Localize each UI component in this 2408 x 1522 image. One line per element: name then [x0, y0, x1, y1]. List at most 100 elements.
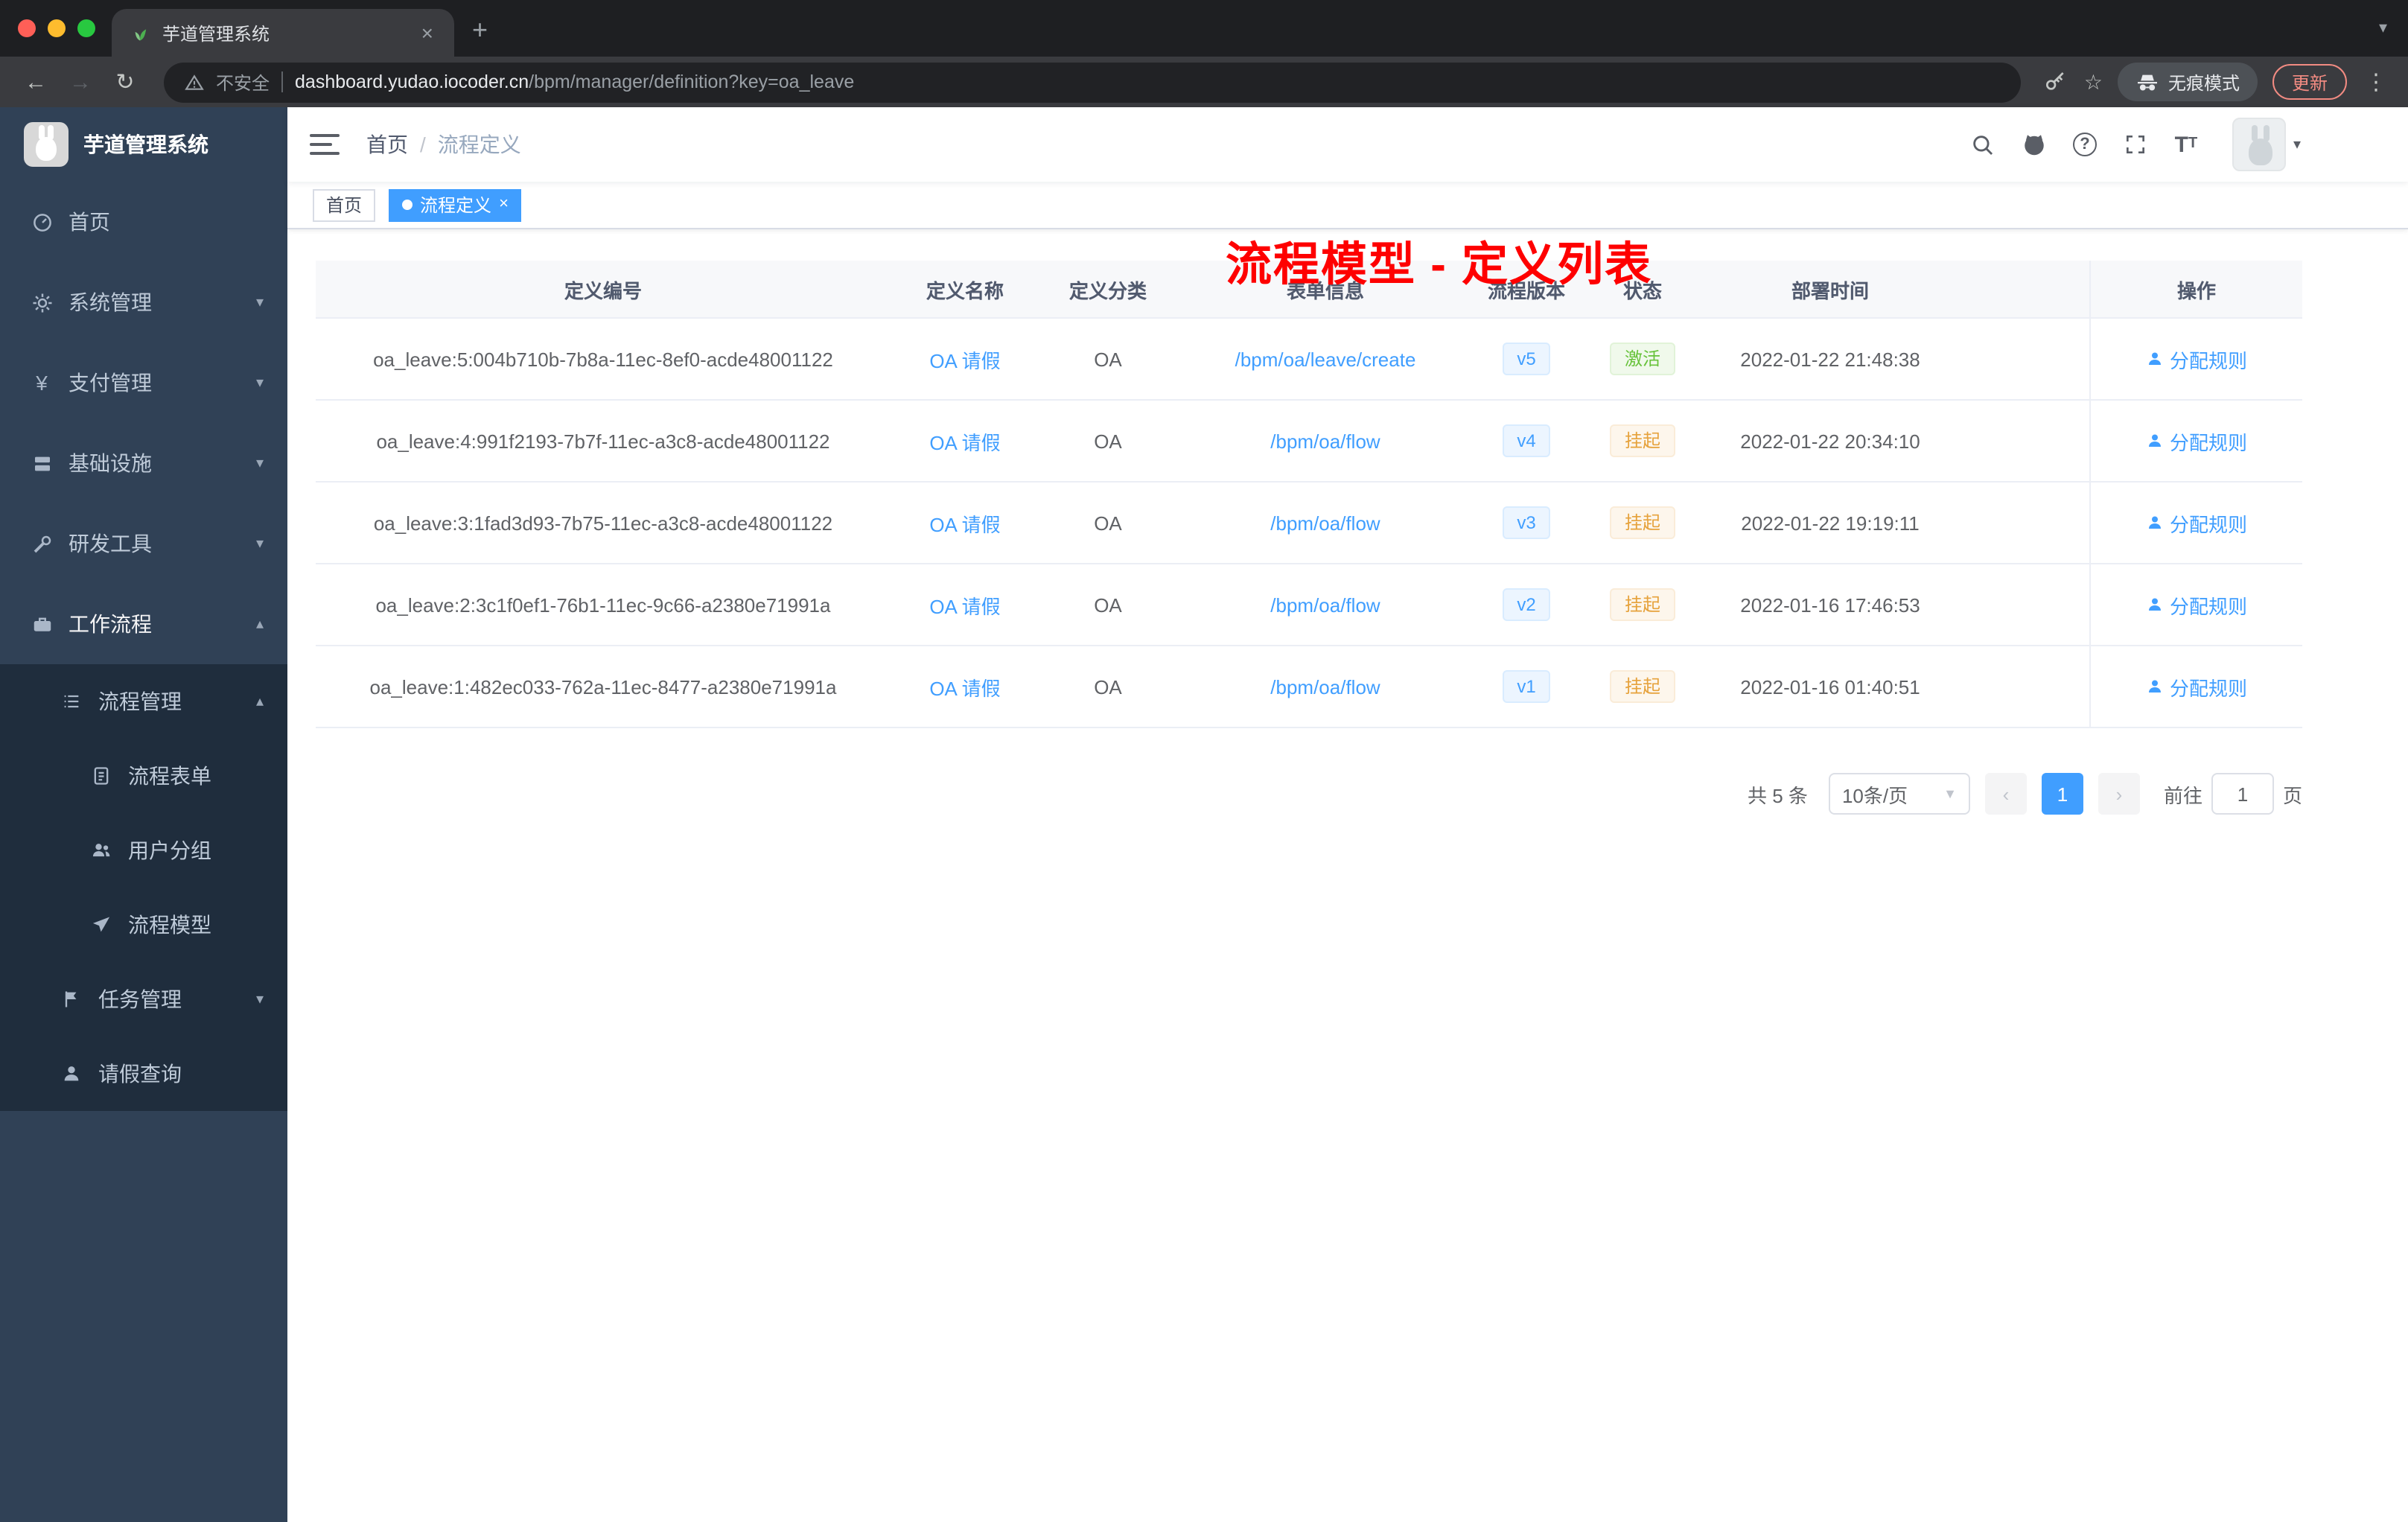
minimize-window-button[interactable] [48, 19, 66, 37]
definition-name-link[interactable]: OA 请假 [929, 427, 1000, 455]
user-menu[interactable]: ▾ [2232, 118, 2301, 171]
definition-category: OA [1094, 593, 1122, 616]
window-controls[interactable] [18, 19, 95, 37]
sidebar-item-process-management[interactable]: 流程管理 ▴ [0, 664, 287, 739]
assign-rule-button[interactable]: 分配规则 [2146, 345, 2247, 373]
tab-close-icon[interactable]: × [415, 19, 439, 46]
close-window-button[interactable] [18, 19, 36, 37]
breadcrumb-separator: / [420, 133, 426, 156]
annotation-overlay: 流程模型 - 定义列表 [1226, 238, 1653, 290]
chevron-down-icon: ▾ [255, 294, 264, 311]
sidebar-item-infrastructure[interactable]: 基础设施 ▾ [0, 423, 287, 503]
breadcrumb-home[interactable]: 首页 [366, 130, 408, 159]
tag-home[interactable]: 首页 [313, 188, 376, 221]
assign-rule-button[interactable]: 分配规则 [2146, 427, 2247, 455]
avatar[interactable] [2232, 118, 2286, 171]
version-badge: v2 [1502, 588, 1551, 621]
workflow-submenu: 流程管理 ▴ 流程表单 用户分组 流程模型 任务管理 ▾ 请假查询 [0, 664, 287, 1111]
caret-down-icon: ▾ [2293, 136, 2301, 153]
form-link[interactable]: /bpm/oa/flow [1270, 512, 1380, 534]
sidebar-item-label: 支付管理 [69, 371, 152, 395]
app-root: 芋道管理系统 首页 系统管理 ▾ ¥ 支付管理 ▾ 基础设施 ▾ 研发工具 ▾ … [0, 107, 2408, 1522]
definition-name-link[interactable]: OA 请假 [929, 345, 1000, 373]
fullscreen-icon[interactable] [2122, 131, 2149, 158]
page-number-button[interactable]: 1 [2041, 773, 2083, 815]
browser-menu-icon[interactable]: ⋮ [2362, 69, 2390, 95]
action-label: 分配规则 [2169, 595, 2247, 617]
url-path: /bpm/manager/definition?key=oa_leave [529, 71, 855, 92]
sidebar-item-label: 系统管理 [69, 290, 152, 314]
user-icon [2148, 434, 2161, 447]
url-text[interactable]: dashboard.yudao.iocoder.cn/bpm/manager/d… [295, 71, 854, 92]
page-size-select[interactable]: 10条/页 ▼ [1828, 773, 1970, 815]
definition-name-link[interactable]: OA 请假 [929, 509, 1000, 537]
font-size-icon[interactable]: TT [2173, 131, 2200, 158]
pagination: 共 5 条 10条/页 ▼ ‹ 1 › 前往 页 [316, 773, 2302, 815]
action-label: 分配规则 [2169, 513, 2247, 535]
definition-name-link[interactable]: OA 请假 [929, 672, 1000, 701]
forward-button[interactable]: → [63, 69, 98, 95]
status-badge: 激活 [1609, 343, 1675, 375]
assign-rule-button[interactable]: 分配规则 [2146, 672, 2247, 701]
tag-close-icon[interactable]: × [499, 196, 509, 213]
assign-rule-button[interactable]: 分配规则 [2146, 509, 2247, 537]
password-key-icon[interactable] [2042, 69, 2069, 95]
search-icon[interactable] [1970, 131, 1997, 158]
gear-icon [30, 290, 54, 314]
user-icon [2148, 352, 2161, 365]
column-spacer [1954, 261, 2089, 317]
sidebar-item-devtools[interactable]: 研发工具 ▾ [0, 503, 287, 584]
table-row: oa_leave:4:991f2193-7b7f-11ec-a3c8-acde4… [316, 401, 2302, 483]
app-title: 芋道管理系统 [83, 133, 208, 156]
sidebar-item-system[interactable]: 系统管理 ▾ [0, 262, 287, 343]
breadcrumb-current: 流程定义 [437, 133, 521, 156]
status-badge: 挂起 [1609, 424, 1675, 457]
sidebar-item-payment[interactable]: ¥ 支付管理 ▾ [0, 343, 287, 423]
chevron-up-icon: ▴ [255, 616, 264, 632]
address-bar[interactable]: 不安全 dashboard.yudao.iocoder.cn/bpm/manag… [164, 62, 2022, 102]
definition-id: oa_leave:3:1fad3d93-7b75-11ec-a3c8-acde4… [373, 512, 833, 534]
definition-name-link[interactable]: OA 请假 [929, 590, 1000, 619]
security-label[interactable]: 不安全 [216, 69, 270, 95]
tab-search-icon[interactable]: ▾ [2379, 18, 2387, 37]
sidebar-toggle-icon[interactable] [310, 134, 340, 155]
form-link[interactable]: /bpm/oa/flow [1270, 430, 1380, 452]
sidebar-item-task-management[interactable]: 任务管理 ▾ [0, 962, 287, 1037]
action-label: 分配规则 [2169, 431, 2247, 453]
bookmark-star-icon[interactable]: ☆ [2084, 69, 2103, 95]
sidebar-item-workflow[interactable]: 工作流程 ▴ [0, 584, 287, 664]
next-page-button[interactable]: › [2098, 773, 2140, 815]
column-header: 操作 [2089, 261, 2302, 317]
github-icon[interactable] [2021, 131, 2048, 158]
tab-title: 芋道管理系统 [162, 23, 270, 44]
version-badge: v1 [1502, 670, 1551, 703]
sidebar-logo-row[interactable]: 芋道管理系统 [0, 107, 287, 182]
help-icon[interactable]: ? [2071, 131, 2098, 158]
goto-page-input[interactable] [2211, 773, 2274, 815]
total-count: 共 5 条 [1748, 784, 1808, 806]
form-link[interactable]: /bpm/oa/leave/create [1235, 348, 1416, 370]
prev-page-button[interactable]: ‹ [1984, 773, 2027, 815]
incognito-icon [2137, 74, 2157, 90]
sidebar-item-process-form[interactable]: 流程表单 [0, 739, 287, 813]
tag-process-definition[interactable]: 流程定义 × [389, 188, 522, 221]
maximize-window-button[interactable] [77, 19, 95, 37]
column-header: 定义编号 [564, 279, 642, 302]
form-link[interactable]: /bpm/oa/flow [1270, 593, 1380, 616]
update-chrome-button[interactable]: 更新 [2272, 64, 2347, 100]
tag-label: 流程定义 [420, 195, 492, 216]
sidebar-item-label: 首页 [69, 210, 110, 234]
devtools-icon [30, 532, 54, 555]
update-label: 更新 [2291, 72, 2328, 93]
sidebar-item-home[interactable]: 首页 [0, 182, 287, 262]
reload-button[interactable]: ↻ [107, 69, 143, 95]
sidebar-item-process-model[interactable]: 流程模型 [0, 888, 287, 962]
sidebar-item-leave-query[interactable]: 请假查询 [0, 1037, 287, 1111]
sidebar-item-user-group[interactable]: 用户分组 [0, 813, 287, 888]
new-tab-button[interactable]: + [472, 15, 488, 46]
form-link[interactable]: /bpm/oa/flow [1270, 675, 1380, 698]
assign-rule-button[interactable]: 分配规则 [2146, 590, 2247, 619]
app-navbar: 首页 / 流程定义 ? TT ▾ [287, 107, 2408, 182]
back-button[interactable]: ← [18, 69, 54, 95]
browser-tab[interactable]: 芋道管理系统 × [112, 9, 454, 57]
